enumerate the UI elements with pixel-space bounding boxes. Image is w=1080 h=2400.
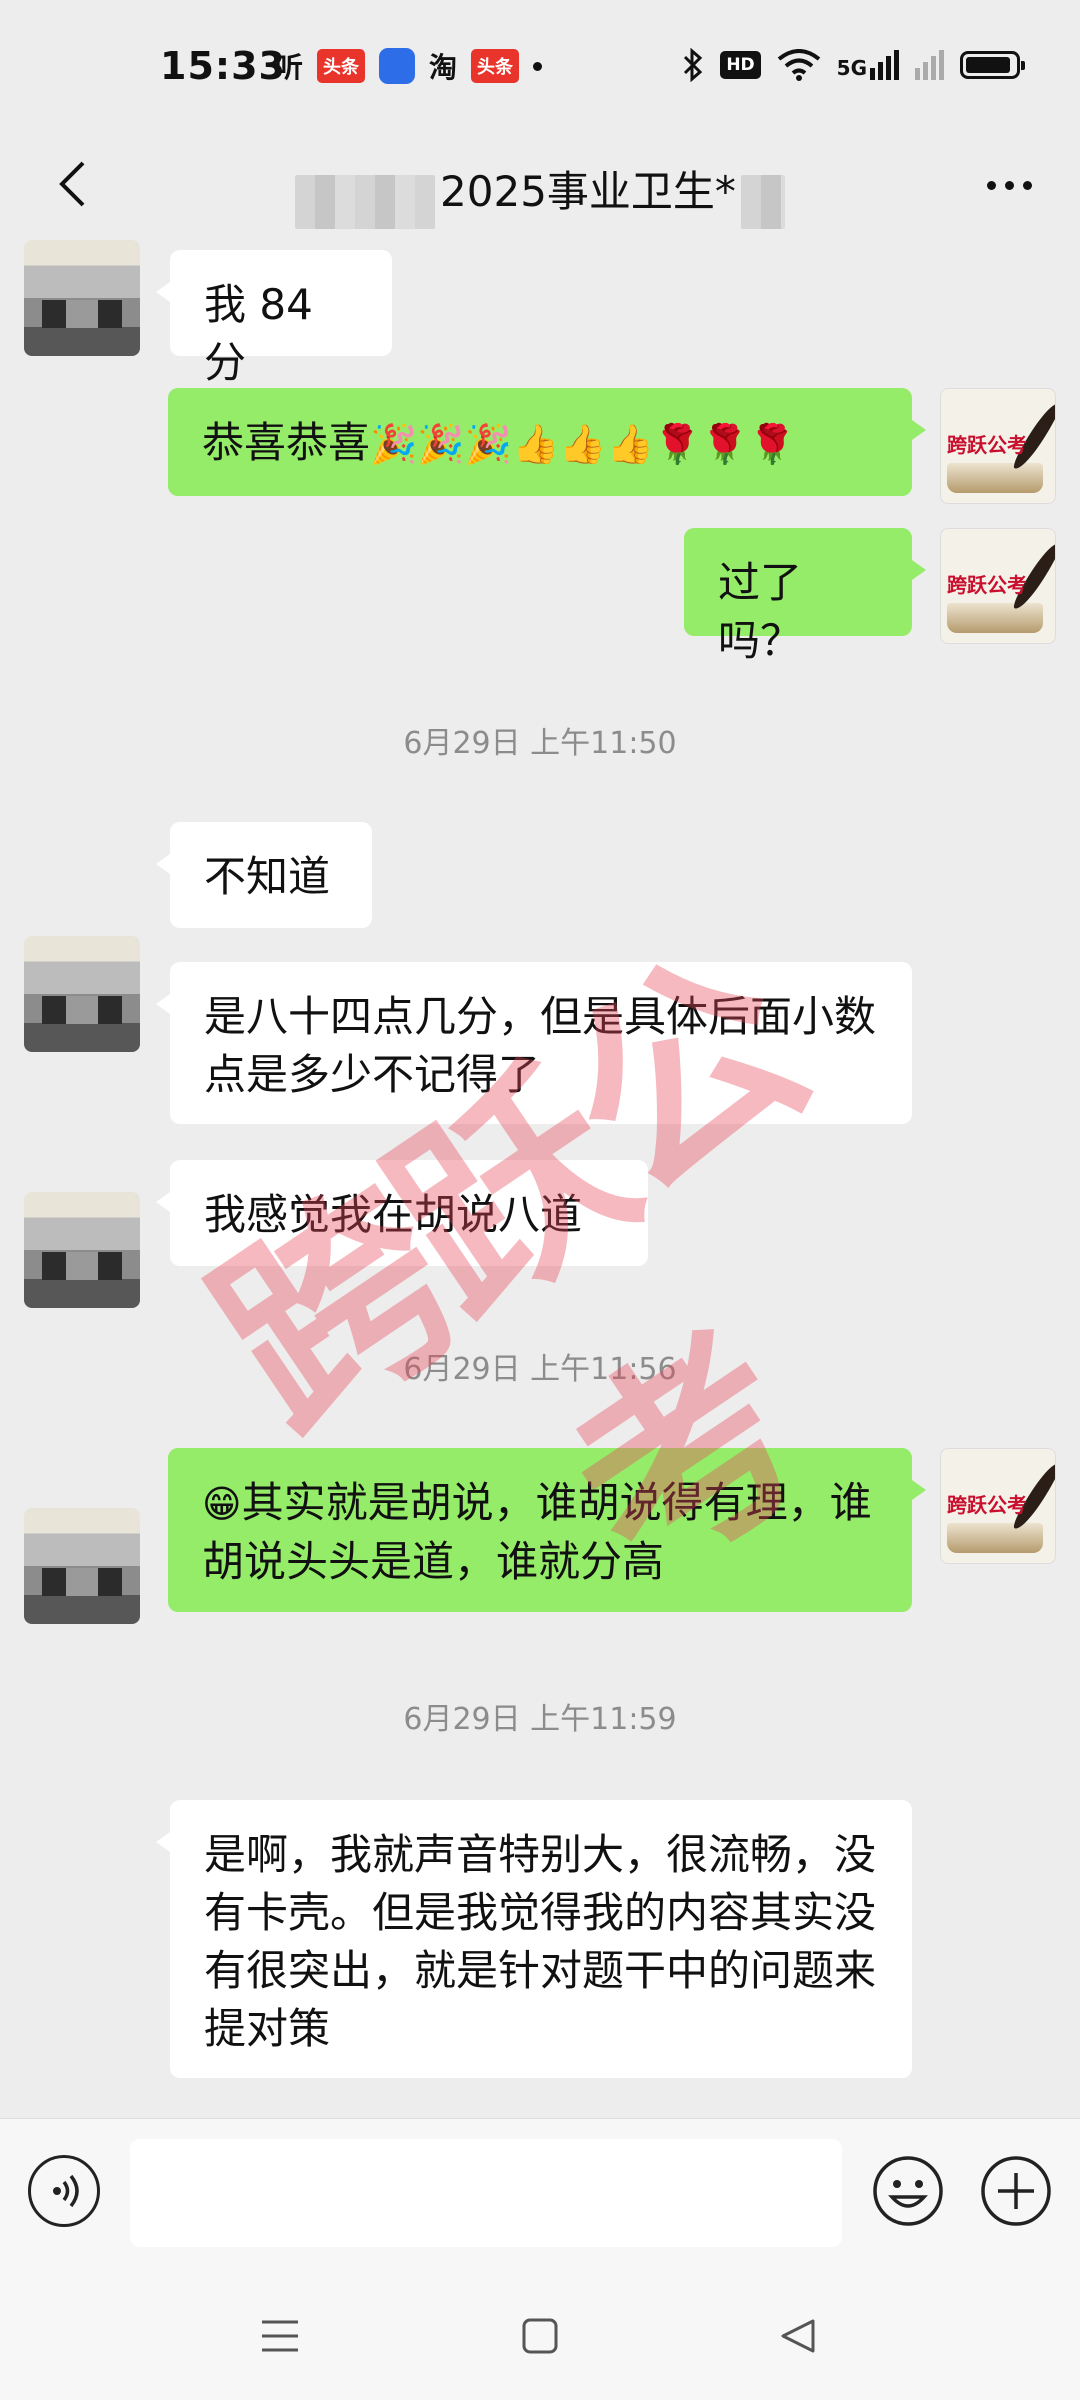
avatar-logo-text: 跨跃公考 <box>947 573 1027 597</box>
voice-button[interactable] <box>28 2155 100 2227</box>
message-input[interactable] <box>130 2139 842 2247</box>
contact-avatar[interactable] <box>24 936 140 1052</box>
hd-icon: HD <box>720 51 761 79</box>
message-text: 我感觉我在胡说八道 <box>204 1190 583 1239</box>
more-dots-icon <box>986 180 996 190</box>
home-square-icon <box>522 2318 558 2354</box>
message-bubble[interactable]: 不知道 <box>156 822 372 928</box>
grin-emoji: 😁 <box>202 1482 242 1526</box>
more-button[interactable] <box>974 160 1044 210</box>
my-avatar[interactable]: 跨跃公考 <box>940 388 1056 504</box>
emoji-sequence: 🎉🎉🎉👍👍👍🌹🌹🌹 <box>370 422 796 466</box>
message-text: 我 84 分 <box>204 280 313 387</box>
menu-icon <box>262 2320 298 2352</box>
status-time: 15:33 <box>160 44 286 88</box>
book-icon <box>947 603 1043 633</box>
taobao-icon: 淘 <box>429 51 458 84</box>
message-timestamp: 6月29日 上午11:59 <box>403 1702 677 1737</box>
system-nav-bar <box>0 2270 1080 2400</box>
smiley-icon <box>873 2156 943 2226</box>
back-triangle-icon <box>781 2319 815 2353</box>
blurred-name <box>294 174 435 229</box>
input-bar <box>0 2118 1080 2271</box>
network-label: 5G <box>836 56 867 80</box>
message-text: 不知道 <box>204 852 331 901</box>
book-icon <box>947 1523 1043 1553</box>
contact-avatar[interactable] <box>24 240 140 356</box>
message-bubble[interactable]: 我 84 分 <box>156 250 392 387</box>
message-timestamp: 6月29日 上午11:50 <box>403 726 677 761</box>
more-dot <box>1022 180 1032 190</box>
chat-title: 2025事业卫生* <box>440 167 736 216</box>
chat-header: 2025事业卫生* <box>0 130 1080 240</box>
message-text: 过了吗？ <box>718 558 803 665</box>
message-bubble[interactable]: 过了吗？ <box>684 528 926 665</box>
system-icons: HD 5G <box>682 48 1025 82</box>
my-avatar[interactable]: 跨跃公考 <box>940 528 1056 644</box>
nav-menu-button[interactable] <box>252 2308 308 2364</box>
message-bubble[interactable]: 恭喜恭喜🎉🎉🎉👍👍👍🌹🌹🌹 <box>168 388 926 496</box>
message-text: 是啊，我就声音特别大，很流畅，没有卡壳。但是我觉得我的内容其实没有很突出，就是针… <box>204 1830 877 2053</box>
avatar-logo-text: 跨跃公考 <box>947 433 1027 457</box>
notification-icons: 听 头条 淘 头条 <box>275 46 543 86</box>
contact-avatar[interactable] <box>24 1508 140 1624</box>
avatar-logo-text: 跨跃公考 <box>947 1493 1027 1517</box>
more-functions-button[interactable] <box>980 2155 1052 2227</box>
message-bubble[interactable]: 是啊，我就声音特别大，很流畅，没有卡壳。但是我觉得我的内容其实没有很突出，就是针… <box>156 1800 912 2078</box>
blurred-name <box>741 174 786 229</box>
more-dot <box>1004 180 1014 190</box>
nav-back-button[interactable] <box>770 2308 826 2364</box>
book-icon <box>947 463 1043 493</box>
toutiao-icon: 头条 <box>471 49 520 83</box>
message-bubble[interactable]: 我感觉我在胡说八道 <box>156 1160 648 1266</box>
bluetooth-icon <box>684 48 703 82</box>
message-timestamp: 6月29日 上午11:56 <box>403 1352 677 1387</box>
listen-icon: 听 <box>275 51 304 84</box>
message-bubble[interactable]: 😁其实就是胡说，谁胡说得有理，谁胡说头头是道，谁就分高 <box>168 1448 926 1612</box>
wifi-icon <box>777 49 820 81</box>
message-text: 是八十四点几分，但是具体后面小数点是多少不记得了 <box>204 992 877 1099</box>
5g-signal-icon: 5G <box>837 50 899 80</box>
app-icon <box>379 48 416 84</box>
nav-home-button[interactable] <box>512 2308 568 2364</box>
plus-circle-icon <box>981 2156 1051 2226</box>
dot-icon <box>533 61 543 71</box>
contact-avatar[interactable] <box>24 1192 140 1308</box>
message-bubble[interactable]: 是八十四点几分，但是具体后面小数点是多少不记得了 <box>156 962 912 1124</box>
my-avatar[interactable]: 跨跃公考 <box>940 1448 1056 1564</box>
voice-icon <box>53 2174 79 2208</box>
message-text: 恭喜恭喜 <box>202 418 371 467</box>
status-bar: 15:33 听 头条 淘 头条 HD 5G <box>0 0 1080 130</box>
signal-icon <box>915 50 944 80</box>
message-text: 其实就是胡说，谁胡说得有理，谁胡说头头是道，谁就分高 <box>202 1478 872 1586</box>
battery-icon <box>960 51 1025 79</box>
emoji-button[interactable] <box>872 2155 944 2227</box>
toutiao-icon: 头条 <box>317 49 366 83</box>
